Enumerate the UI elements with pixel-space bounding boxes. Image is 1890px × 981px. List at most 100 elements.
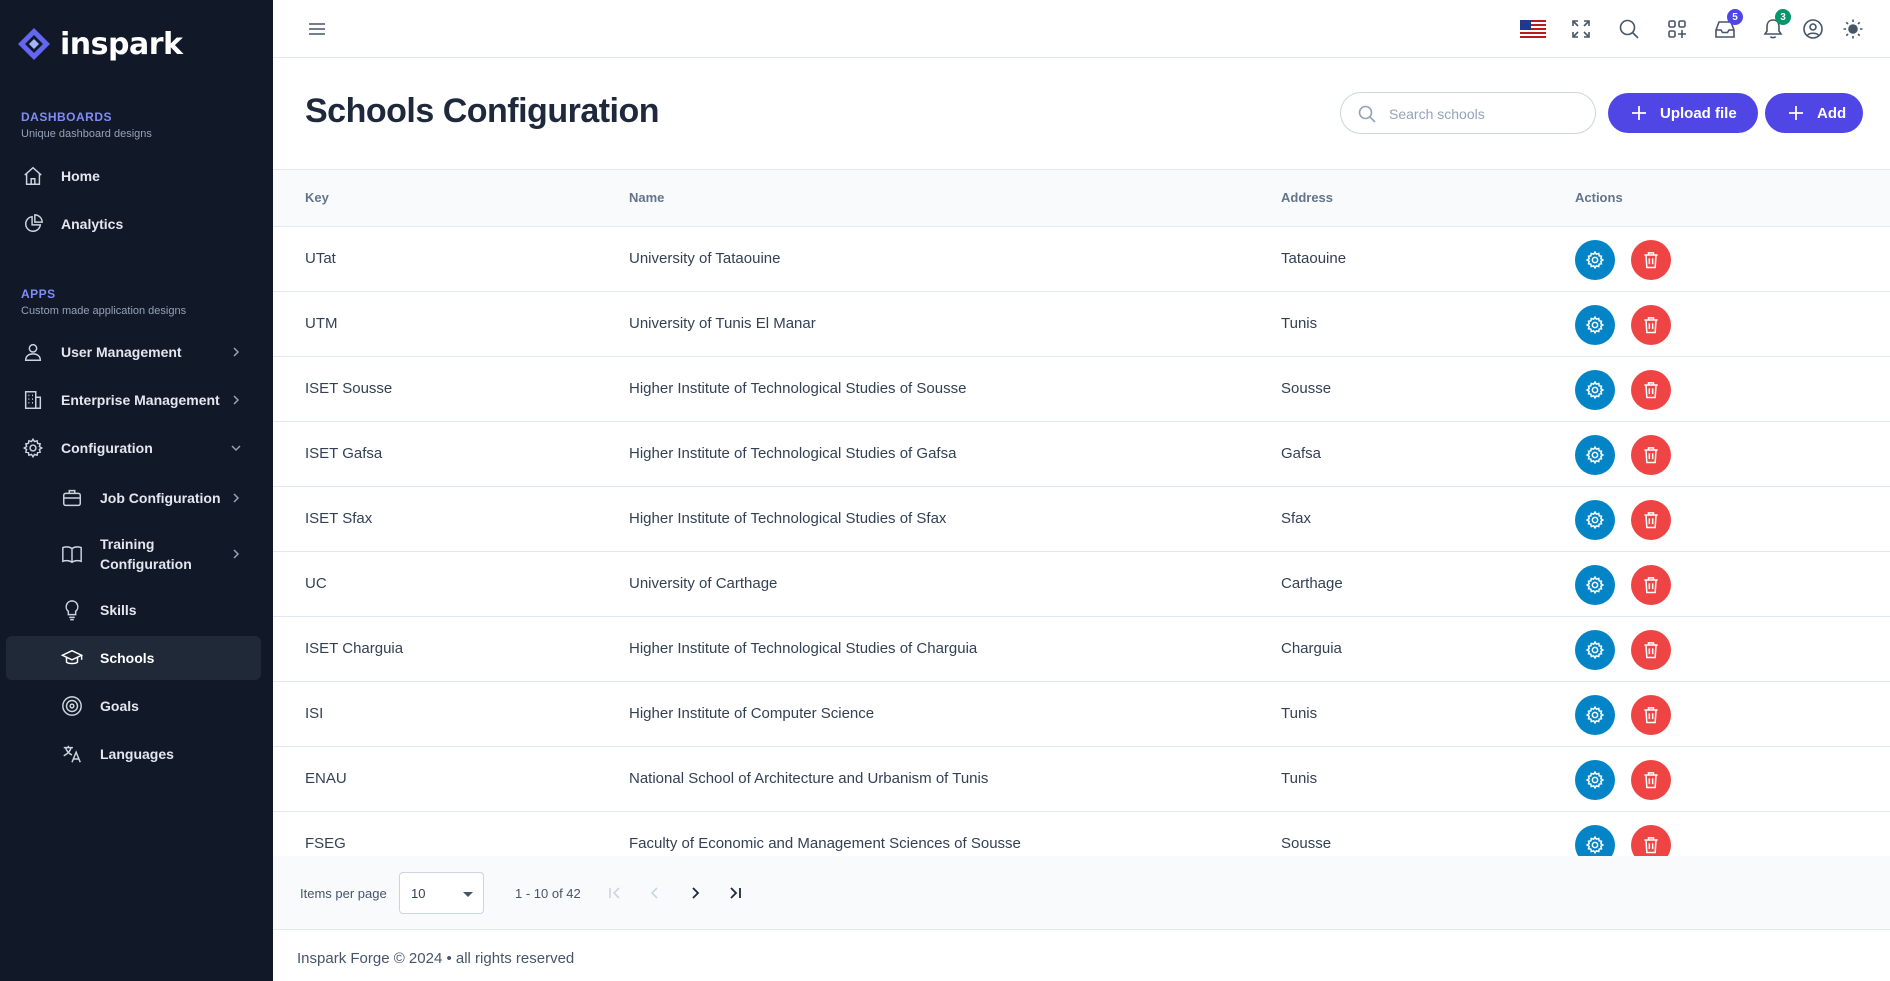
next-page-button[interactable] xyxy=(680,878,710,908)
search-input[interactable] xyxy=(1389,103,1579,125)
shortcuts-button[interactable] xyxy=(1661,13,1693,45)
table-row[interactable]: UC University of Carthage Carthage xyxy=(273,552,1890,617)
edit-school-button[interactable] xyxy=(1575,825,1615,856)
messages-badge: 5 xyxy=(1727,9,1743,25)
section-apps: APPS Custom made application designs xyxy=(21,287,186,317)
sidebar-item-job-configuration[interactable]: Job Configuration xyxy=(6,476,261,520)
delete-school-button[interactable] xyxy=(1631,760,1671,800)
edit-school-button[interactable] xyxy=(1575,240,1615,280)
edit-school-button[interactable] xyxy=(1575,435,1615,475)
cell-key: FSEG xyxy=(305,835,346,852)
column-header-address[interactable]: Address xyxy=(1281,190,1333,205)
sidebar-item-configuration[interactable]: Configuration xyxy=(6,426,261,470)
topbar: 5 3 xyxy=(273,0,1890,58)
last-page-button[interactable] xyxy=(720,878,750,908)
column-header-name[interactable]: Name xyxy=(629,190,664,205)
edit-school-button[interactable] xyxy=(1575,370,1615,410)
delete-school-button[interactable] xyxy=(1631,500,1671,540)
edit-school-button[interactable] xyxy=(1575,760,1615,800)
search-button[interactable] xyxy=(1613,13,1645,45)
previous-page-button[interactable] xyxy=(640,878,670,908)
table-row[interactable]: UTM University of Tunis El Manar Tunis xyxy=(273,292,1890,357)
sidebar-item-label: Skills xyxy=(100,602,137,618)
table-row[interactable]: ISET Gafsa Higher Institute of Technologi… xyxy=(273,422,1890,487)
edit-school-button[interactable] xyxy=(1575,500,1615,540)
delete-school-button[interactable] xyxy=(1631,630,1671,670)
table-row[interactable]: ISET Sfax Higher Institute of Technologic… xyxy=(273,487,1890,552)
chevron-right-icon xyxy=(229,491,243,505)
table-row[interactable]: ISI Higher Institute of Computer Science T… xyxy=(273,682,1890,747)
sidebar-item-training-configuration[interactable]: Training Configuration xyxy=(6,531,261,577)
search-icon xyxy=(1358,105,1376,123)
trash-icon xyxy=(1641,510,1661,530)
sidebar-item-user-management[interactable]: User Management xyxy=(6,330,261,374)
notifications-button[interactable]: 3 xyxy=(1757,9,1791,45)
chevron-left-icon xyxy=(650,887,658,899)
table-row[interactable]: ENAU National School of Architecture and … xyxy=(273,747,1890,812)
delete-school-button[interactable] xyxy=(1631,695,1671,735)
sidebar-item-languages[interactable]: Languages xyxy=(6,732,261,776)
cell-name: National School of Architecture and Urba… xyxy=(629,770,989,787)
target-icon xyxy=(60,694,84,718)
cell-key: UC xyxy=(305,575,327,592)
items-per-page-select[interactable]: 10 xyxy=(399,872,484,914)
lightbulb-icon xyxy=(60,598,84,622)
chevron-down-icon xyxy=(229,441,243,455)
chevron-right-icon xyxy=(229,547,243,561)
sidebar-item-analytics[interactable]: Analytics xyxy=(6,202,261,246)
section-dashboards: DASHBOARDS Unique dashboard designs xyxy=(21,110,152,140)
edit-school-button[interactable] xyxy=(1575,305,1615,345)
chart-pie-icon xyxy=(21,212,45,236)
sidebar-item-label: Goals xyxy=(100,698,139,714)
trash-icon xyxy=(1641,575,1661,595)
search-field[interactable] xyxy=(1340,92,1596,134)
theme-toggle-button[interactable] xyxy=(1837,13,1869,45)
table-row[interactable]: ISET Charguia Higher Institute of Technol… xyxy=(273,617,1890,682)
edit-school-button[interactable] xyxy=(1575,695,1615,735)
column-header-key[interactable]: Key xyxy=(305,190,329,205)
plus-icon xyxy=(1789,106,1803,120)
cell-name: Higher Institute of Technological Studie… xyxy=(629,510,947,527)
sidebar-item-goals[interactable]: Goals xyxy=(6,684,261,728)
delete-school-button[interactable] xyxy=(1631,435,1671,475)
first-page-button[interactable] xyxy=(600,878,630,908)
fullscreen-button[interactable] xyxy=(1565,13,1597,45)
paginator: Items per page 10 1 - 10 of 42 xyxy=(273,856,1890,930)
user-menu-button[interactable] xyxy=(1797,13,1829,45)
messages-button[interactable]: 5 xyxy=(1709,9,1743,45)
dropdown-caret-icon xyxy=(463,892,473,897)
sidebar-item-home[interactable]: Home xyxy=(6,154,261,198)
table-row[interactable]: ISET Sousse Higher Institute of Technolog… xyxy=(273,357,1890,422)
delete-school-button[interactable] xyxy=(1631,370,1671,410)
menu-toggle-button[interactable] xyxy=(301,13,333,45)
table-row[interactable]: UTat University of Tataouine Tataouine xyxy=(273,227,1890,292)
fullscreen-icon xyxy=(1572,20,1590,38)
sidebar-item-enterprise-management[interactable]: Enterprise Management xyxy=(6,378,261,422)
edit-school-button[interactable] xyxy=(1575,565,1615,605)
logo-text: inspark xyxy=(60,26,183,62)
page-header: Schools Configuration Upload file Add xyxy=(273,58,1890,170)
gear-icon xyxy=(1585,640,1605,660)
cell-address: Gafsa xyxy=(1281,445,1322,462)
table-row[interactable]: FSEG Faculty of Economic and Management S… xyxy=(273,812,1890,856)
logo-mark-icon xyxy=(18,28,50,60)
language-button[interactable] xyxy=(1517,13,1549,45)
add-button[interactable]: Add xyxy=(1765,93,1863,133)
delete-school-button[interactable] xyxy=(1631,305,1671,345)
trash-icon xyxy=(1641,835,1661,855)
trash-icon xyxy=(1641,250,1661,270)
delete-school-button[interactable] xyxy=(1631,240,1671,280)
sidebar-item-schools[interactable]: Schools xyxy=(6,636,261,680)
translate-icon xyxy=(60,742,84,766)
page-title: Schools Configuration xyxy=(305,92,660,130)
delete-school-button[interactable] xyxy=(1631,825,1671,856)
sidebar-item-skills[interactable]: Skills xyxy=(6,588,261,632)
logo[interactable]: inspark xyxy=(16,24,183,64)
sidebar-item-label: Enterprise Management xyxy=(61,392,220,408)
cell-name: Higher Institute of Technological Studie… xyxy=(629,380,967,397)
delete-school-button[interactable] xyxy=(1631,565,1671,605)
edit-school-button[interactable] xyxy=(1575,630,1615,670)
cell-name: Higher Institute of Computer Science xyxy=(629,705,875,722)
cell-address: Sfax xyxy=(1281,510,1312,527)
upload-file-button[interactable]: Upload file xyxy=(1608,93,1758,133)
